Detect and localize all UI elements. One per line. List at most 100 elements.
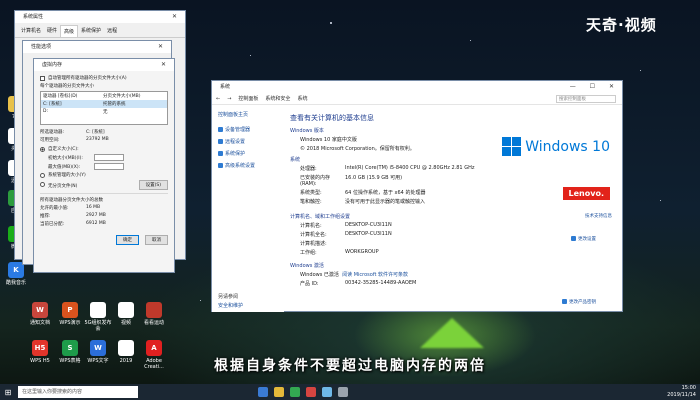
set-button[interactable]: 设置(S) <box>138 180 168 190</box>
no-paging-radio[interactable]: 无分页文件(N) 设置(S) <box>40 180 168 190</box>
spec-label: 系统类型: <box>300 190 322 196</box>
taskbar-search-input[interactable]: 在这里输入你要搜索的内容 <box>18 386 138 398</box>
desktop-icon[interactable]: W 通知文档 <box>26 302 54 326</box>
system-window[interactable]: 系统 — ☐ ✕ ← → 控制面板 系统和安全 系统 搜索控制面板 控制面板主页… <box>211 80 623 312</box>
shield-icon <box>218 151 223 156</box>
drive-row[interactable]: D: 无 <box>41 108 167 116</box>
app-icon[interactable] <box>322 387 332 397</box>
max-size-input[interactable] <box>94 163 124 170</box>
tab-advanced[interactable]: 高级 <box>60 25 79 37</box>
virtual-memory-dialog[interactable]: 虚拟内存 ✕ 自动管理所有驱动器的分页文件大小(A) 每个驱动器的分页文件大小 … <box>33 58 175 273</box>
tab-system-protection[interactable]: 系统保护 <box>78 25 104 37</box>
license-link[interactable]: 阅读 Microsoft 软件许可条款 <box>342 272 408 278</box>
sidebar-item-remote[interactable]: 远程设置 <box>218 138 278 145</box>
cancel-button[interactable]: 取消 <box>145 235 168 245</box>
app-icon[interactable] <box>90 302 106 318</box>
spec-value: Intel(R) Core(TM) i5-8400 CPU @ 2.80GHz … <box>345 165 475 171</box>
initial-size-input[interactable] <box>94 154 124 161</box>
watermark: 天奇·视频 <box>586 16 657 34</box>
desktop-icon[interactable]: 看看运动 <box>140 302 168 326</box>
radio-icon[interactable] <box>40 172 45 178</box>
change-settings-link[interactable]: 更改设置 <box>571 236 596 242</box>
computer-label: 计算机全名: <box>300 232 327 238</box>
app-icon[interactable]: W <box>32 302 48 318</box>
recommended-value: 2927 MB <box>86 213 106 218</box>
window-controls[interactable]: — ☐ ✕ <box>570 81 620 93</box>
app-icon[interactable] <box>338 387 348 397</box>
activation-section-title: Windows 激活 <box>290 263 324 269</box>
sidebar-item-security[interactable]: 安全和维护 <box>218 302 243 309</box>
breadcrumb-system-security[interactable]: 系统和安全 <box>265 95 290 102</box>
drive-row[interactable]: C: [系统] 托管的系统 <box>41 100 167 108</box>
sidebar-item-home[interactable]: 控制面板主页 <box>218 111 278 118</box>
desktop-icon-label: 视频 <box>120 320 131 326</box>
app-icon[interactable] <box>118 340 134 356</box>
desktop-icon[interactable]: K 酷我音乐 <box>2 262 30 286</box>
tab-computer-name[interactable]: 计算机名 <box>18 25 44 37</box>
file-explorer-icon[interactable] <box>274 387 284 397</box>
desktop-icon-label: WPS演示 <box>59 320 81 326</box>
radio-icon[interactable] <box>40 181 45 187</box>
app-icon[interactable]: A <box>146 340 162 356</box>
computer-value: DESKTOP-CU3I11N <box>345 231 392 237</box>
spec-label: 笔和触控: <box>300 199 322 205</box>
close-icon[interactable]: ✕ <box>158 41 169 53</box>
activation-status: Windows 已激活 <box>300 272 339 278</box>
shield-icon <box>562 299 567 304</box>
free-space-label: 可用空间: <box>40 138 60 143</box>
auto-manage-checkbox[interactable]: 自动管理所有驱动器的分页文件大小(A) <box>40 75 168 81</box>
drive-list[interactable]: 驱动器 [卷标](D) 分页文件大小(MB) C: [系统] 托管的系统 D: … <box>40 91 168 125</box>
window-title: 系统属性 <box>23 14 44 20</box>
windows-flag-icon <box>502 137 522 156</box>
forward-icon[interactable]: → <box>227 96 231 102</box>
app-icon[interactable] <box>306 387 316 397</box>
app-icon[interactable]: P <box>62 302 78 318</box>
sidebar-item-protection[interactable]: 系统保护 <box>218 150 278 157</box>
change-key-link[interactable]: 更改产品密钥 <box>562 299 596 305</box>
close-icon[interactable]: ✕ <box>161 59 172 71</box>
system-clock[interactable]: 15:00 2019/11/14 <box>667 385 696 399</box>
back-icon[interactable]: ← <box>216 96 220 102</box>
app-icon[interactable]: H5 <box>32 340 48 356</box>
desktop-icon-label: 看看运动 <box>143 320 164 326</box>
current-label: 当前已分配: <box>40 222 65 227</box>
edition-section-title: Windows 版本 <box>290 128 324 134</box>
desktop-icon-label: 酷我音乐 <box>5 280 26 286</box>
browser-icon[interactable] <box>290 387 300 397</box>
app-icon[interactable]: S <box>62 340 78 356</box>
sidebar-item-advanced[interactable]: 高级系统设置 <box>218 162 278 169</box>
auto-manage-label: 自动管理所有驱动器的分页文件大小(A) <box>48 76 127 81</box>
clock-date: 2019/11/14 <box>667 392 696 398</box>
desktop-icon[interactable]: P WPS演示 <box>56 302 84 326</box>
app-icon[interactable] <box>146 302 162 318</box>
search-input[interactable]: 搜索控制面板 <box>556 95 616 103</box>
max-size-label: 最大值(MB)(X): <box>48 164 81 170</box>
breadcrumb-control-panel[interactable]: 控制面板 <box>238 95 258 102</box>
desktop-icon[interactable]: 5G组织发布会 <box>84 302 112 332</box>
page-title: 查看有关计算机的基本信息 <box>290 114 374 122</box>
no-paging-label: 无分页文件(N) <box>48 183 78 189</box>
taskview-icon[interactable] <box>258 387 268 397</box>
sidebar-item-device-manager[interactable]: 设备管理器 <box>218 126 278 133</box>
app-icon[interactable]: W <box>90 340 106 356</box>
radio-icon[interactable] <box>40 146 45 152</box>
windows-logo-text: Windows 10 <box>525 138 610 155</box>
ok-button[interactable]: 确定 <box>116 235 139 245</box>
tech-support-link[interactable]: 技术支持信息 <box>585 213 612 219</box>
spec-value: 64 位操作系统，基于 x64 的处理器 <box>345 190 426 196</box>
computer-label: 计算机描述: <box>300 241 327 247</box>
tab-hardware[interactable]: 硬件 <box>44 25 60 37</box>
desktop-icon[interactable]: 视频 <box>112 302 140 326</box>
app-icon[interactable] <box>118 302 134 318</box>
video-subtitle: 根据自身条件不要超过电脑内存的两倍 <box>214 358 486 374</box>
breadcrumb-system[interactable]: 系统 <box>297 95 307 102</box>
tab-remote[interactable]: 远程 <box>104 25 120 37</box>
selected-drive-label: 所选驱动器: <box>40 130 65 135</box>
checkbox-icon[interactable] <box>40 75 45 81</box>
shield-icon <box>571 236 576 241</box>
close-icon[interactable]: ✕ <box>172 11 183 23</box>
custom-size-radio[interactable]: 自定义大小(C): <box>40 146 168 152</box>
address-bar[interactable]: ← → 控制面板 系统和安全 系统 搜索控制面板 <box>212 93 622 105</box>
system-managed-radio[interactable]: 系统管理的大小(Y) <box>40 172 168 178</box>
windows-start-icon[interactable]: ⊞ <box>0 384 16 400</box>
